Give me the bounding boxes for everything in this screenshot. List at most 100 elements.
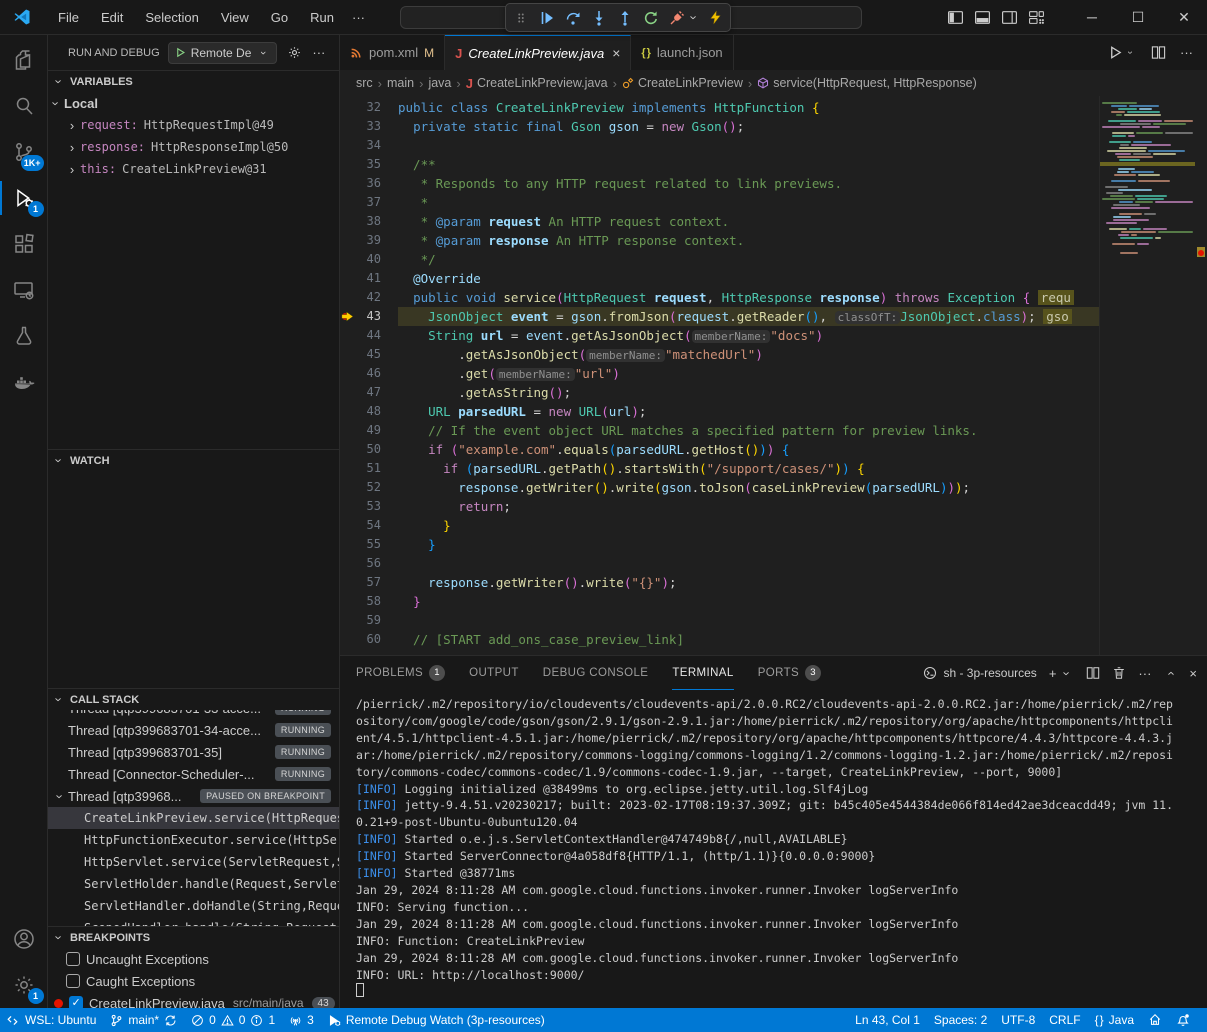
git-branch-status[interactable]: main* [103, 1008, 184, 1032]
terminal-output[interactable]: /pierrick/.m2/repository/io/cloudevents/… [340, 690, 1207, 1008]
debug-settings-gear-icon[interactable] [287, 45, 302, 60]
line-number[interactable]: 60 [362, 630, 398, 649]
problems-status[interactable]: 0 0 1 [184, 1008, 282, 1032]
line-number[interactable]: 39 [362, 231, 398, 250]
kill-terminal-icon[interactable] [1112, 666, 1126, 680]
call-stack-section-header[interactable]: ›CALL STACK [48, 688, 339, 710]
accounts-icon[interactable] [0, 916, 48, 962]
line-number[interactable]: 53 [362, 497, 398, 516]
variable-row[interactable]: ›this:CreateLinkPreview@31 [48, 158, 339, 180]
activity-docker-icon[interactable] [0, 359, 48, 405]
line-number[interactable]: 37 [362, 193, 398, 212]
terminal-dropdown-icon[interactable]: › [1060, 666, 1075, 680]
debug-session-status[interactable]: Remote Debug Watch (3p-resources) [321, 1008, 552, 1032]
settings-gear-icon[interactable]: 1 [0, 962, 48, 1008]
breadcrumb-file[interactable]: J CreateLinkPreview.java [466, 76, 608, 91]
line-number[interactable]: 34 [362, 136, 398, 155]
panel-tab-problems[interactable]: PROBLEMS1 [356, 656, 445, 690]
activity-remote-explorer-icon[interactable] [0, 267, 48, 313]
stack-frame[interactable]: HttpServlet.service(ServletRequest,S [48, 851, 339, 873]
indentation-status[interactable]: Spaces: 2 [927, 1008, 994, 1032]
line-number[interactable]: 35 [362, 155, 398, 174]
watch-section-header[interactable]: ›WATCH [48, 449, 339, 471]
ports-status[interactable]: 3 [282, 1008, 321, 1032]
split-terminal-icon[interactable] [1086, 666, 1100, 680]
maximize-panel-icon[interactable]: › [1163, 666, 1178, 680]
breakpoints-section-header[interactable]: ›BREAKPOINTS [48, 926, 339, 948]
close-button[interactable]: ✕ [1161, 0, 1207, 34]
line-number[interactable]: 46 [362, 364, 398, 383]
breadcrumb-class[interactable]: CreateLinkPreview [622, 76, 743, 90]
line-number[interactable]: 42 [362, 288, 398, 307]
breadcrumb-java[interactable]: java [428, 76, 451, 90]
step-into-button[interactable] [587, 6, 611, 30]
stack-frame[interactable]: ServletHandler.doHandle(String,Reque [48, 895, 339, 917]
variable-row[interactable]: ›response:HttpResponseImpl@50 [48, 136, 339, 158]
close-tab-icon[interactable]: × [612, 45, 620, 61]
menu-view[interactable]: View [212, 7, 258, 28]
activity-search-icon[interactable] [0, 83, 48, 129]
continue-button[interactable] [535, 6, 559, 30]
launch-config-dropdown[interactable]: Remote De › [168, 42, 278, 64]
exception-breakpoint-row[interactable]: Caught Exceptions [48, 970, 339, 992]
hot-code-replace-icon[interactable] [703, 6, 727, 30]
debug-current-line-icon[interactable] [340, 307, 362, 326]
panel-more-actions-icon[interactable]: ··· [1138, 666, 1151, 681]
menu-edit[interactable]: Edit [92, 7, 132, 28]
restart-button[interactable] [639, 6, 663, 30]
line-number[interactable]: 44 [362, 326, 398, 345]
line-number[interactable]: 57 [362, 573, 398, 592]
line-number[interactable]: 50 [362, 440, 398, 459]
feedback-icon[interactable] [1141, 1008, 1169, 1032]
line-number[interactable]: 36 [362, 174, 398, 193]
line-number[interactable]: 51 [362, 459, 398, 478]
breakpoint-file-row[interactable]: CreateLinkPreview.java src/main/java 43 [48, 992, 339, 1008]
line-number[interactable]: 32 [362, 98, 398, 117]
cursor-position[interactable]: Ln 43, Col 1 [848, 1008, 927, 1032]
disconnect-button[interactable] [665, 6, 689, 30]
menu-overflow-icon[interactable]: ··· [343, 7, 374, 28]
maximize-button[interactable]: ☐ [1115, 0, 1161, 34]
line-number[interactable]: 38 [362, 212, 398, 231]
line-number[interactable]: 33 [362, 117, 398, 136]
panel-tab-output[interactable]: OUTPUT [469, 656, 519, 690]
stack-frame[interactable]: HttpFunctionExecutor.service(HttpSer [48, 829, 339, 851]
thread-row[interactable]: Thread [qtp399683701-33-acce...RUNNING [48, 710, 339, 719]
eol-status[interactable]: CRLF [1042, 1008, 1087, 1032]
activity-explorer-icon[interactable] [0, 37, 48, 83]
stack-frame[interactable]: CreateLinkPreview.service(HttpReques [48, 807, 339, 829]
line-number[interactable]: 43 [362, 307, 398, 326]
exception-breakpoint-row[interactable]: Uncaught Exceptions [48, 948, 339, 970]
terminal-selector[interactable]: sh - 3p-resources [923, 666, 1036, 680]
exception-checkbox[interactable] [66, 974, 80, 988]
toggle-secondary-sidebar-icon[interactable] [1001, 9, 1018, 26]
line-number[interactable]: 58 [362, 592, 398, 611]
overview-ruler[interactable] [1195, 96, 1207, 655]
variables-section-header[interactable]: ›VARIABLES [48, 70, 339, 92]
new-terminal-icon[interactable]: + [1049, 666, 1057, 681]
panel-tab-debug-console[interactable]: DEBUG CONSOLE [543, 656, 649, 690]
variable-row[interactable]: ›request:HttpRequestImpl@49 [48, 114, 339, 136]
menu-file[interactable]: File [49, 7, 88, 28]
minimize-button[interactable]: ─ [1069, 0, 1115, 34]
toggle-panel-icon[interactable] [974, 9, 991, 26]
activity-source-control-icon[interactable]: 1K+ [0, 129, 48, 175]
thread-row[interactable]: ›Thread [qtp39968...PAUSED ON BREAKPOINT [48, 785, 339, 807]
breadcrumb-main[interactable]: main [387, 76, 414, 90]
line-number[interactable]: 49 [362, 421, 398, 440]
stack-frame[interactable]: ScopedHandler.handle(String,Request, [48, 917, 339, 926]
activity-testing-icon[interactable] [0, 313, 48, 359]
line-number[interactable]: 59 [362, 611, 398, 630]
breadcrumb-src[interactable]: src [356, 76, 373, 90]
exception-checkbox[interactable] [66, 952, 80, 966]
toggle-primary-sidebar-icon[interactable] [947, 9, 964, 26]
line-number[interactable]: 47 [362, 383, 398, 402]
thread-row[interactable]: Thread [qtp399683701-35]RUNNING [48, 741, 339, 763]
notifications-bell-icon[interactable] [1169, 1008, 1197, 1032]
close-panel-icon[interactable]: × [1189, 666, 1197, 681]
minimap[interactable] [1099, 96, 1195, 655]
tab-launch-json[interactable]: { } launch.json [631, 35, 733, 70]
tab-createlinkpreview-java[interactable]: J CreateLinkPreview.java × [445, 35, 631, 70]
breakpoint-checkbox[interactable] [69, 996, 83, 1008]
line-number[interactable]: 45 [362, 345, 398, 364]
